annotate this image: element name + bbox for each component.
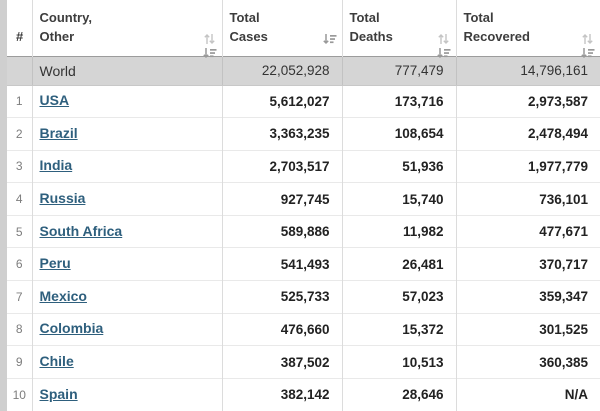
country-link[interactable]: Brazil xyxy=(40,125,78,141)
column-label: Total Recovered xyxy=(464,10,530,45)
country-cell: USA xyxy=(32,85,222,118)
column-label: Country, Other xyxy=(40,10,92,45)
country-cell: India xyxy=(32,150,222,183)
recovered-cell: 1,977,779 xyxy=(456,150,600,183)
cases-cell: 3,363,235 xyxy=(222,118,342,151)
cases-cell: 5,612,027 xyxy=(222,85,342,118)
column-header-total-recovered[interactable]: Total Recovered xyxy=(456,0,600,56)
column-header-total-cases[interactable]: Total Cases xyxy=(222,0,342,56)
country-cell: Chile xyxy=(32,346,222,379)
recovered-cell: 477,671 xyxy=(456,215,600,248)
header-row: # Country, Other Total Cases xyxy=(7,0,600,56)
rank-cell: 9 xyxy=(7,346,32,379)
covid-stats-table-container: # Country, Other Total Cases xyxy=(7,0,600,411)
cases-cell: 387,502 xyxy=(222,346,342,379)
cases-cell: 541,493 xyxy=(222,248,342,281)
country-cell: Colombia xyxy=(32,313,222,346)
table-row: 7 Mexico 525,733 57,023 359,347 xyxy=(7,281,600,314)
country-link[interactable]: Colombia xyxy=(40,320,104,336)
column-header-country[interactable]: Country, Other xyxy=(32,0,222,56)
deaths-cell: 28,646 xyxy=(342,378,456,411)
deaths-cell: 15,372 xyxy=(342,313,456,346)
world-deaths-cell: 777,479 xyxy=(342,56,456,85)
table-row: 5 South Africa 589,886 11,982 477,671 xyxy=(7,215,600,248)
world-row: World 22,052,928 777,479 14,796,161 xyxy=(7,56,600,85)
rank-cell: 5 xyxy=(7,215,32,248)
world-country-cell: World xyxy=(32,56,222,85)
rank-cell: 4 xyxy=(7,183,32,216)
cases-cell: 589,886 xyxy=(222,215,342,248)
rank-cell: 7 xyxy=(7,281,32,314)
column-header-rank: # xyxy=(7,0,32,56)
table-row: 4 Russia 927,745 15,740 736,101 xyxy=(7,183,600,216)
recovered-cell: 2,973,587 xyxy=(456,85,600,118)
country-cell: Peru xyxy=(32,248,222,281)
country-link[interactable]: Mexico xyxy=(40,288,87,304)
recovered-cell: 301,525 xyxy=(456,313,600,346)
cases-cell: 525,733 xyxy=(222,281,342,314)
deaths-cell: 51,936 xyxy=(342,150,456,183)
world-cases-cell: 22,052,928 xyxy=(222,56,342,85)
column-label: # xyxy=(16,29,23,44)
rank-cell: 10 xyxy=(7,378,32,411)
rank-cell: 8 xyxy=(7,313,32,346)
deaths-cell: 108,654 xyxy=(342,118,456,151)
table-row: 1 USA 5,612,027 173,716 2,973,587 xyxy=(7,85,600,118)
rank-cell: 6 xyxy=(7,248,32,281)
sort-updown-icon[interactable] xyxy=(580,32,595,46)
sort-updown-icon[interactable] xyxy=(202,32,217,46)
world-rank-cell xyxy=(7,56,32,85)
cases-cell: 2,703,517 xyxy=(222,150,342,183)
country-link[interactable]: Chile xyxy=(40,353,74,369)
cases-cell: 382,142 xyxy=(222,378,342,411)
country-link[interactable]: Peru xyxy=(40,255,71,271)
deaths-cell: 10,513 xyxy=(342,346,456,379)
rank-cell: 3 xyxy=(7,150,32,183)
column-header-total-deaths[interactable]: Total Deaths xyxy=(342,0,456,56)
sort-desc-icon[interactable] xyxy=(322,32,337,46)
sort-updown-icon[interactable] xyxy=(436,32,451,46)
cases-cell: 476,660 xyxy=(222,313,342,346)
country-cell: Spain xyxy=(32,378,222,411)
world-recovered-cell: 14,796,161 xyxy=(456,56,600,85)
recovered-cell: N/A xyxy=(456,378,600,411)
table-row: 3 India 2,703,517 51,936 1,977,779 xyxy=(7,150,600,183)
deaths-cell: 173,716 xyxy=(342,85,456,118)
country-link[interactable]: South Africa xyxy=(40,223,123,239)
country-cell: South Africa xyxy=(32,215,222,248)
recovered-cell: 2,478,494 xyxy=(456,118,600,151)
country-cell: Brazil xyxy=(32,118,222,151)
table-row: 2 Brazil 3,363,235 108,654 2,478,494 xyxy=(7,118,600,151)
rank-cell: 2 xyxy=(7,118,32,151)
recovered-cell: 736,101 xyxy=(456,183,600,216)
recovered-cell: 360,385 xyxy=(456,346,600,379)
table-row: 9 Chile 387,502 10,513 360,385 xyxy=(7,346,600,379)
country-link[interactable]: India xyxy=(40,157,73,173)
deaths-cell: 26,481 xyxy=(342,248,456,281)
cases-cell: 927,745 xyxy=(222,183,342,216)
country-link[interactable]: Russia xyxy=(40,190,86,206)
deaths-cell: 11,982 xyxy=(342,215,456,248)
table-row: 8 Colombia 476,660 15,372 301,525 xyxy=(7,313,600,346)
deaths-cell: 57,023 xyxy=(342,281,456,314)
country-cell: Mexico xyxy=(32,281,222,314)
table-row: 10 Spain 382,142 28,646 N/A xyxy=(7,378,600,411)
column-label: Total Cases xyxy=(230,10,268,45)
recovered-cell: 359,347 xyxy=(456,281,600,314)
deaths-cell: 15,740 xyxy=(342,183,456,216)
rank-cell: 1 xyxy=(7,85,32,118)
country-link[interactable]: Spain xyxy=(40,386,78,402)
country-cell: Russia xyxy=(32,183,222,216)
column-label: Total Deaths xyxy=(350,10,393,45)
country-link[interactable]: USA xyxy=(40,92,70,108)
table-row: 6 Peru 541,493 26,481 370,717 xyxy=(7,248,600,281)
covid-stats-table: # Country, Other Total Cases xyxy=(7,0,600,411)
recovered-cell: 370,717 xyxy=(456,248,600,281)
